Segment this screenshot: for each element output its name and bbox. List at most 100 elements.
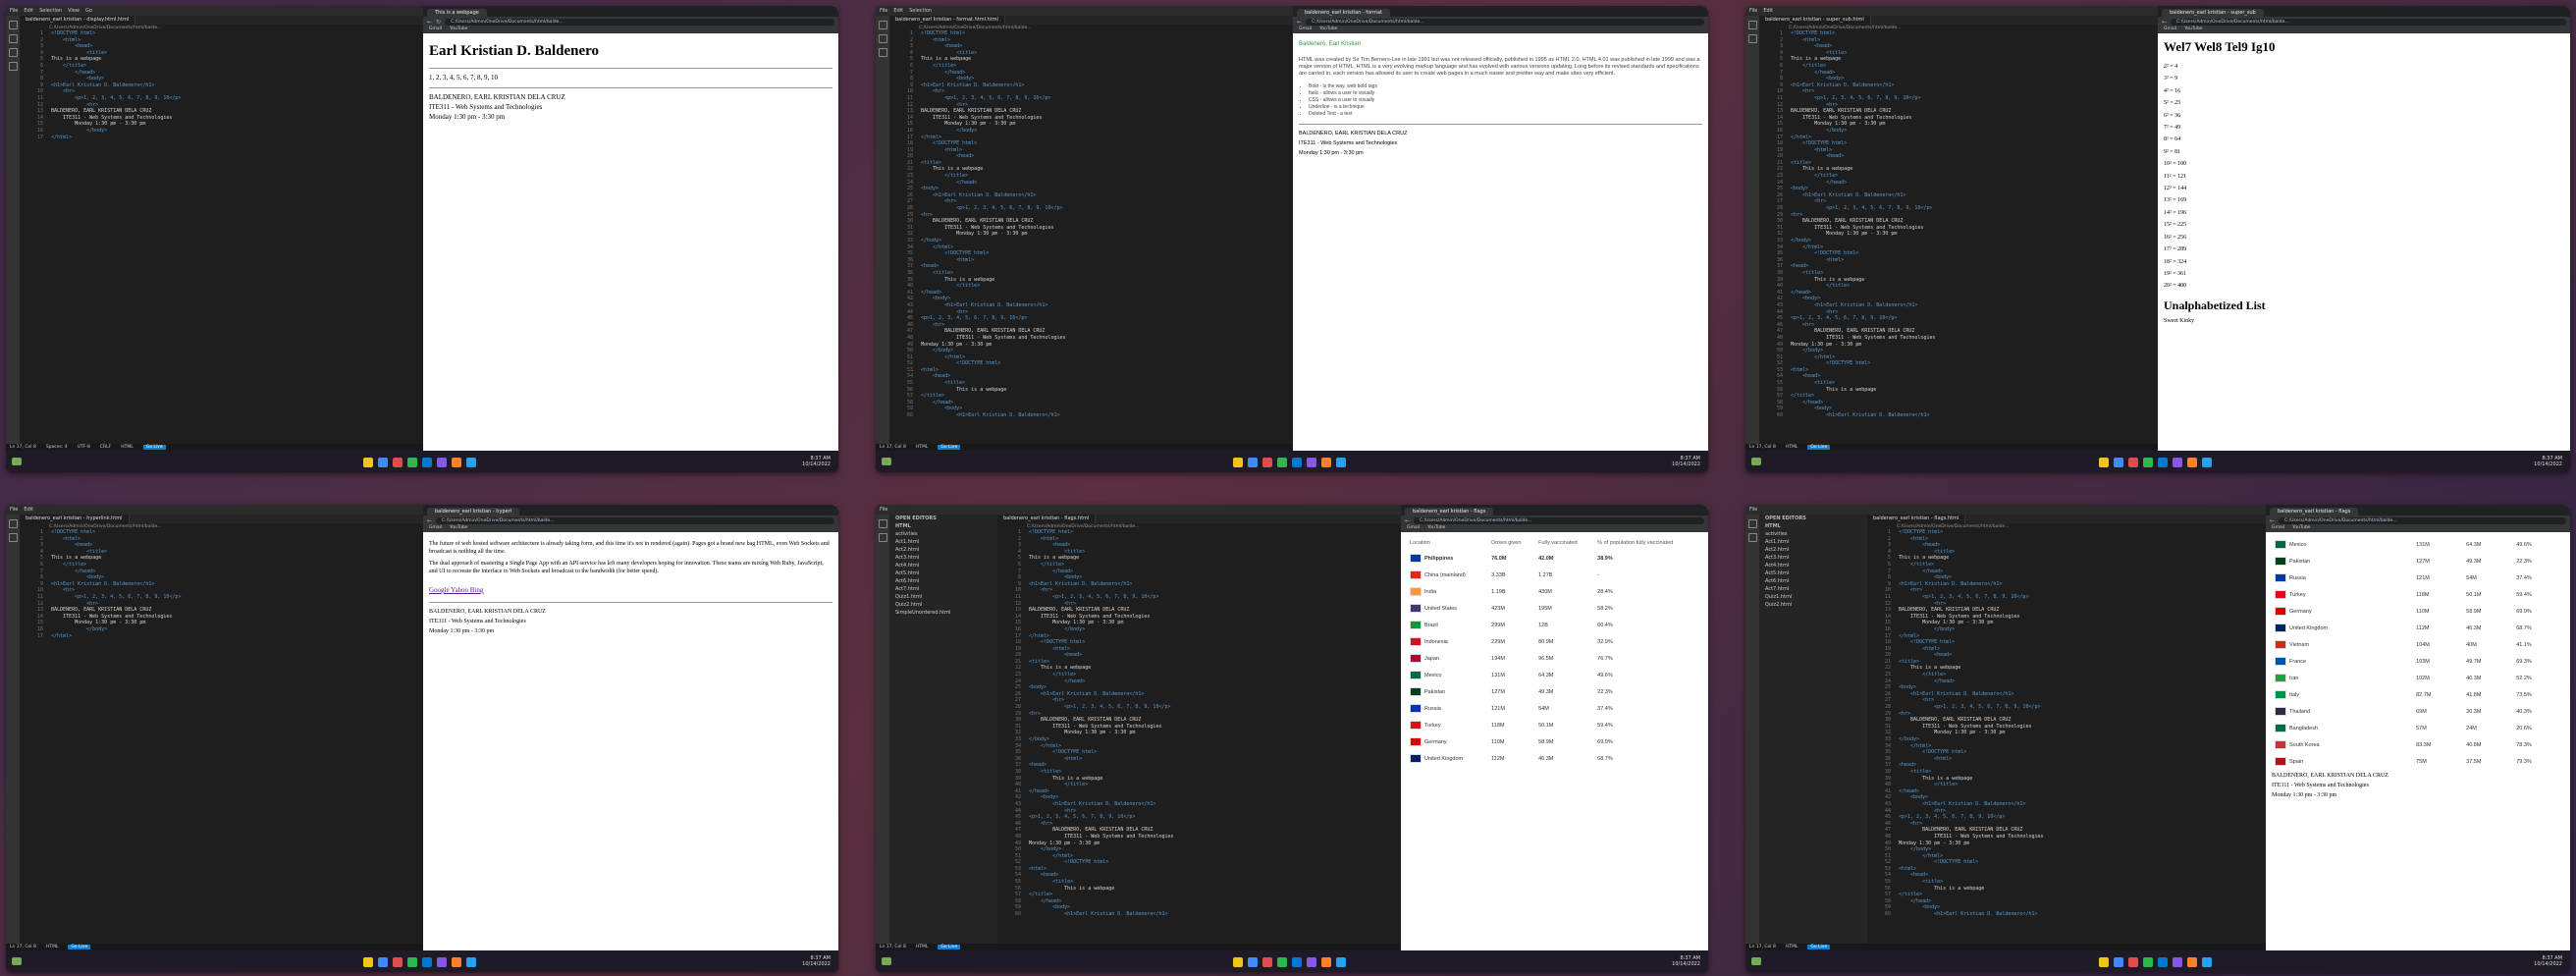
bookmark-youtube[interactable]: YouTube bbox=[450, 525, 467, 532]
go-live-button[interactable]: Go Live bbox=[938, 945, 961, 949]
files-icon[interactable] bbox=[8, 519, 18, 528]
taskbar-app-icon[interactable] bbox=[1321, 956, 1331, 967]
go-live-button[interactable]: Go Live bbox=[938, 445, 961, 450]
taskbar-app-icon[interactable] bbox=[422, 457, 432, 467]
extensions-icon[interactable] bbox=[878, 48, 887, 57]
taskbar-app-icon[interactable] bbox=[2099, 457, 2109, 467]
editor-tab[interactable]: baldenero_earl kristian - flags.html bbox=[1867, 515, 1966, 523]
go-live-button[interactable]: Go Live bbox=[1807, 945, 1831, 949]
taskbar-app-icon[interactable] bbox=[1248, 956, 1258, 967]
address-bar[interactable]: C:/Users/Admin/OneDrive/Documents/html/b… bbox=[445, 18, 834, 26]
taskbar-app-icon[interactable] bbox=[2128, 457, 2138, 467]
status-language[interactable]: HTML bbox=[1786, 945, 1798, 949]
explorer-item[interactable]: Quiz1.html bbox=[889, 593, 997, 601]
menu-edit[interactable]: Edit bbox=[893, 8, 903, 14]
files-icon[interactable] bbox=[8, 21, 18, 29]
menu-selection[interactable]: Selection bbox=[39, 8, 62, 14]
code-editor[interactable]: 1 <!DOCTYPE html> 2 <html> 3 <head> 4 <title… bbox=[1869, 529, 2266, 950]
explorer-item[interactable]: Quiz2.html bbox=[889, 601, 997, 609]
bookmark-gmail[interactable]: Gmail bbox=[1407, 525, 1420, 532]
explorer-item[interactable]: OPEN EDITORS bbox=[1759, 515, 1867, 522]
taskbar-app-icon[interactable] bbox=[2114, 457, 2123, 467]
taskbar-app-icon[interactable] bbox=[1321, 457, 1331, 467]
taskbar-app-icon[interactable] bbox=[422, 956, 432, 967]
menu-go[interactable]: Go bbox=[85, 8, 92, 14]
taskbar-app-icon[interactable] bbox=[2187, 956, 2197, 967]
browser-tab[interactable]: baldenero_earl kristian - flags bbox=[1405, 508, 1494, 515]
address-bar[interactable]: C:/Users/Admin/OneDrive/Documents/html/b… bbox=[436, 516, 834, 524]
status-language[interactable]: HTML bbox=[916, 945, 929, 949]
files-icon[interactable] bbox=[1747, 519, 1757, 528]
code-editor[interactable]: 1 <!DOCTYPE html> 2 <html> 3 <head> 4 <title… bbox=[1761, 30, 2158, 451]
menu-edit[interactable]: Edit bbox=[24, 507, 33, 513]
taskbar-app-icon[interactable] bbox=[2173, 457, 2182, 467]
search-icon[interactable] bbox=[878, 34, 887, 43]
explorer-item[interactable]: Act1.html bbox=[1759, 538, 1867, 546]
taskbar-app-icon[interactable] bbox=[452, 956, 461, 967]
taskbar-app-icon[interactable] bbox=[393, 457, 402, 467]
menu-file[interactable]: File bbox=[1749, 507, 1757, 513]
weather-icon[interactable] bbox=[882, 957, 891, 965]
taskbar-app-icon[interactable] bbox=[437, 457, 447, 467]
files-icon[interactable] bbox=[1747, 21, 1757, 29]
weather-icon[interactable] bbox=[1751, 458, 1761, 465]
explorer-item[interactable]: activities bbox=[1759, 530, 1867, 538]
browser-tab[interactable]: baldenero_earl kristian - format bbox=[1297, 9, 1390, 17]
bookmark-youtube[interactable]: YouTube bbox=[2292, 525, 2310, 532]
weather-icon[interactable] bbox=[882, 458, 891, 465]
weather-icon[interactable] bbox=[1751, 957, 1761, 965]
explorer-item[interactable]: activities bbox=[889, 530, 997, 538]
bookmark-gmail[interactable]: Gmail bbox=[429, 525, 442, 532]
go-live-button[interactable]: Go Live bbox=[142, 445, 166, 450]
back-icon[interactable]: ← bbox=[2270, 517, 2275, 524]
explorer-item[interactable]: Quiz2.html bbox=[1759, 601, 1867, 609]
taskbar-app-icon[interactable] bbox=[2187, 457, 2197, 467]
code-editor[interactable]: 1 <!DOCTYPE html> 2 <html> 3 <head> 4 <title… bbox=[22, 529, 423, 950]
browser-tab[interactable]: baldenero_earl kristian - super_sub bbox=[2162, 9, 2264, 17]
files-icon[interactable] bbox=[878, 21, 887, 29]
taskbar-app-icon[interactable] bbox=[1277, 457, 1287, 467]
weather-icon[interactable] bbox=[12, 458, 22, 465]
address-bar[interactable]: C:/Users/Admin/OneDrive/Documents/html/b… bbox=[2279, 516, 2566, 524]
explorer-item[interactable]: OPEN EDITORS bbox=[889, 515, 997, 522]
status-encoding[interactable]: UTF-8 bbox=[78, 445, 90, 450]
taskbar-app-icon[interactable] bbox=[1262, 956, 1272, 967]
taskbar-app-icon[interactable] bbox=[2143, 956, 2153, 967]
browser-tab[interactable]: baldenero_earl kristian - flags bbox=[2270, 508, 2359, 515]
taskbar-app-icon[interactable] bbox=[466, 956, 476, 967]
explorer-item[interactable]: Act7.html bbox=[1759, 585, 1867, 593]
weather-icon[interactable] bbox=[12, 957, 22, 965]
taskbar-app-icon[interactable] bbox=[2173, 956, 2182, 967]
extensions-icon[interactable] bbox=[8, 62, 18, 71]
taskbar-app-icon[interactable] bbox=[407, 457, 417, 467]
taskbar-app-icon[interactable] bbox=[1277, 956, 1287, 967]
taskbar-app-icon[interactable] bbox=[1307, 457, 1316, 467]
clock-date[interactable]: 10/14/2022 bbox=[802, 961, 831, 967]
status-position[interactable]: Ln 17, Col 8 bbox=[10, 945, 36, 949]
bookmark-youtube[interactable]: YouTube bbox=[450, 27, 467, 33]
menu-file[interactable]: File bbox=[1749, 8, 1757, 14]
taskbar-app-icon[interactable] bbox=[1336, 956, 1346, 967]
taskbar-app-icon[interactable] bbox=[437, 956, 447, 967]
taskbar-app-icon[interactable] bbox=[1292, 956, 1302, 967]
menu-edit[interactable]: Edit bbox=[24, 8, 33, 14]
explorer-item[interactable]: Act4.html bbox=[1759, 562, 1867, 569]
editor-tab[interactable]: baldenero_earl kristian - format.html.ht… bbox=[889, 16, 1005, 25]
explorer-item[interactable]: Act3.html bbox=[1759, 554, 1867, 562]
bookmark-gmail[interactable]: Gmail bbox=[1299, 27, 1312, 33]
search-engine-links[interactable]: Google Yahoo Bing bbox=[429, 586, 483, 594]
taskbar-app-icon[interactable] bbox=[1336, 457, 1346, 467]
status-language[interactable]: HTML bbox=[916, 445, 929, 450]
back-icon[interactable]: ← bbox=[1297, 19, 1302, 26]
taskbar-app-icon[interactable] bbox=[452, 457, 461, 467]
explorer-item[interactable]: SimpleUnordered.html bbox=[889, 609, 997, 617]
taskbar-app-icon[interactable] bbox=[378, 956, 388, 967]
reload-icon[interactable]: ↻ bbox=[436, 19, 441, 26]
explorer-item[interactable]: HTML bbox=[1759, 522, 1867, 530]
clock-date[interactable]: 10/14/2022 bbox=[2534, 961, 2562, 967]
back-icon[interactable]: ← bbox=[1405, 517, 1410, 524]
taskbar-app-icon[interactable] bbox=[2158, 956, 2168, 967]
bookmark-gmail[interactable]: Gmail bbox=[2272, 525, 2284, 532]
back-icon[interactable]: ← bbox=[427, 19, 432, 26]
taskbar-app-icon[interactable] bbox=[2128, 956, 2138, 967]
